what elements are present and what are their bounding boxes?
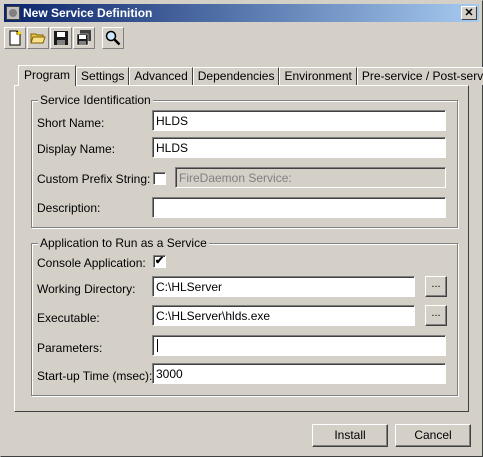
short-name-label: Short Name: — [37, 116, 105, 130]
tab-advanced[interactable]: Advanced — [129, 67, 193, 85]
open-folder-icon — [30, 33, 46, 44]
close-button[interactable]: ✕ — [461, 6, 477, 20]
dialog-window: New Service Definition ✕ Program Setting… — [0, 0, 483, 457]
toolbar — [4, 26, 125, 50]
application-group-title: Application to Run as a Service — [38, 236, 209, 250]
save-all-button[interactable] — [73, 27, 95, 49]
save-all-icon — [76, 30, 91, 46]
custom-prefix-label: Custom Prefix String: — [37, 172, 151, 186]
console-app-checkbox[interactable]: ✔ — [153, 255, 166, 268]
executable-browse-button[interactable]: ... — [425, 305, 447, 326]
tab-program[interactable]: Program — [18, 65, 77, 86]
custom-prefix-field: FireDaemon Service: — [175, 167, 446, 188]
save-button[interactable] — [50, 27, 72, 49]
find-button[interactable] — [102, 27, 124, 49]
working-dir-field[interactable]: C:\HLServer — [152, 276, 415, 297]
save-disk-icon — [54, 31, 68, 45]
description-field[interactable] — [152, 197, 446, 218]
parameters-label: Parameters: — [37, 341, 103, 355]
install-button[interactable]: Install — [312, 424, 388, 447]
app-icon — [6, 6, 20, 20]
parameters-field[interactable] — [152, 335, 446, 356]
title-bar: New Service Definition ✕ — [4, 4, 479, 22]
custom-prefix-checkbox[interactable] — [153, 172, 166, 185]
new-button[interactable] — [4, 27, 26, 49]
description-label: Description: — [37, 201, 101, 215]
service-identification-title: Service Identification — [38, 93, 153, 107]
tab-settings[interactable]: Settings — [76, 67, 130, 85]
tab-dependencies[interactable]: Dependencies — [192, 67, 280, 85]
text-caret — [157, 339, 158, 352]
working-dir-browse-button[interactable]: ... — [425, 276, 447, 297]
window-title: New Service Definition — [23, 6, 153, 20]
working-dir-label: Working Directory: — [37, 282, 136, 296]
tab-pre-post-service[interactable]: Pre-service / Post-service — [356, 67, 483, 85]
new-document-icon — [9, 30, 22, 46]
startup-time-label: Start-up Time (msec): — [37, 369, 153, 383]
console-app-label: Console Application: — [37, 256, 146, 270]
display-name-field[interactable]: HLDS — [152, 137, 446, 158]
display-name-label: Display Name: — [37, 142, 116, 156]
magnifier-icon — [105, 30, 121, 46]
startup-time-field[interactable]: 3000 — [152, 363, 446, 384]
open-button[interactable] — [27, 27, 49, 49]
tab-environment[interactable]: Environment — [279, 67, 357, 85]
executable-label: Executable: — [37, 311, 100, 325]
executable-field[interactable]: C:\HLServer\hlds.exe — [152, 305, 415, 326]
tab-strip: Program Settings Advanced Dependencies E… — [18, 65, 483, 86]
short-name-field[interactable]: HLDS — [152, 110, 446, 131]
cancel-button[interactable]: Cancel — [395, 424, 471, 447]
